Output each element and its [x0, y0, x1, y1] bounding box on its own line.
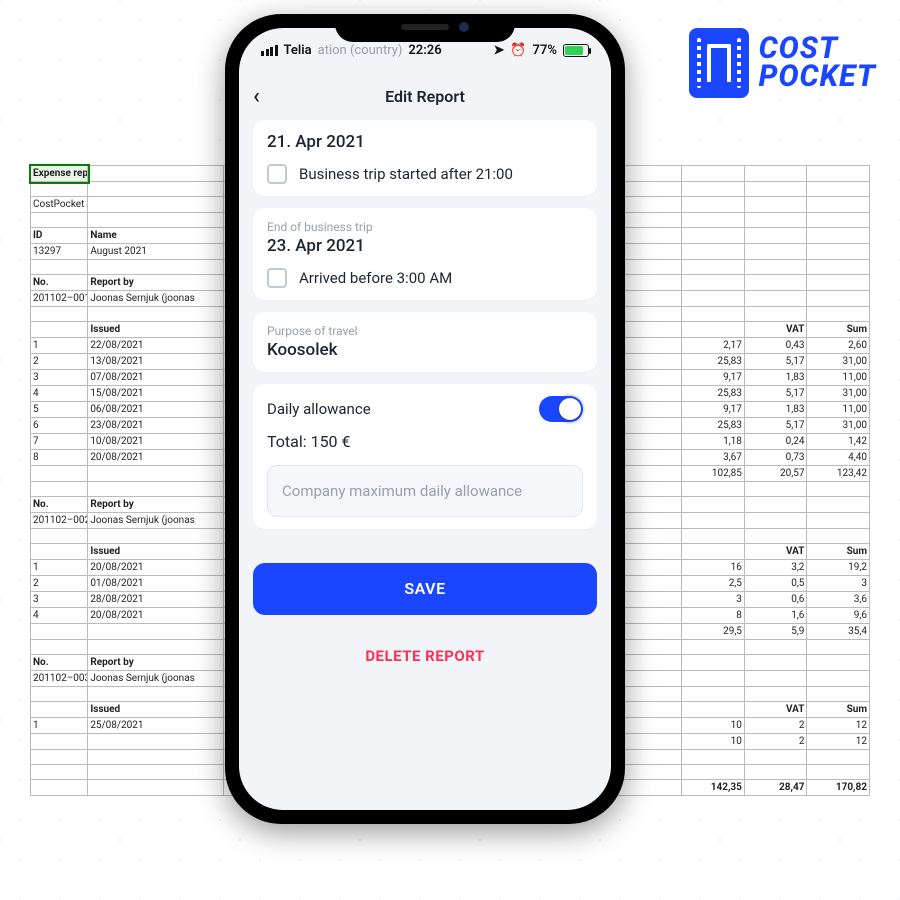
start-date-value: 21. Apr 2021: [267, 132, 583, 152]
phone-frame: Telia ation (country) 22:26 ➤ ⏰ 77% ‹ Ed…: [225, 14, 625, 824]
phone-screen: Telia ation (country) 22:26 ➤ ⏰ 77% ‹ Ed…: [239, 28, 611, 810]
brand-icon: [689, 28, 749, 98]
status-time: 22:26: [408, 43, 441, 58]
end-date-value: 23. Apr 2021: [267, 236, 583, 256]
save-button[interactable]: SAVE: [253, 563, 597, 615]
start-late-checkbox[interactable]: [267, 164, 287, 184]
carrier-label: Telia: [284, 43, 312, 58]
delete-report-button[interactable]: DELETE REPORT: [253, 647, 597, 665]
alarm-icon: ⏰: [510, 43, 526, 58]
allowance-max-input[interactable]: Company maximum daily allowance: [267, 465, 583, 517]
allowance-total: Total: 150 €: [267, 432, 583, 451]
allowance-card: Daily allowance Total: 150 € Company max…: [253, 384, 597, 529]
signal-icon: [261, 45, 278, 56]
purpose-value: Koosolek: [267, 340, 583, 360]
start-date-card[interactable]: 21. Apr 2021 Business trip started after…: [253, 120, 597, 196]
brand-line2: POCKET: [759, 63, 876, 92]
status-shadow-text: ation (country): [318, 43, 403, 58]
allowance-title: Daily allowance: [267, 400, 371, 418]
arrived-early-label: Arrived before 3:00 AM: [299, 269, 452, 287]
start-late-label: Business trip started after 21:00: [299, 165, 513, 183]
navbar: ‹ Edit Report: [239, 72, 611, 120]
purpose-label: Purpose of travel: [267, 324, 583, 338]
notch: [335, 14, 515, 42]
back-button[interactable]: ‹: [253, 84, 260, 109]
arrived-early-checkbox[interactable]: [267, 268, 287, 288]
location-icon: ➤: [493, 43, 504, 58]
page-title: Edit Report: [385, 87, 465, 106]
brand-logo: COST POCKET: [689, 28, 876, 98]
battery-icon: [563, 44, 589, 57]
end-date-card[interactable]: End of business trip 23. Apr 2021 Arrive…: [253, 208, 597, 300]
purpose-card[interactable]: Purpose of travel Koosolek: [253, 312, 597, 372]
allowance-toggle[interactable]: [539, 396, 583, 422]
battery-pct: 77%: [533, 43, 557, 58]
end-date-label: End of business trip: [267, 220, 583, 234]
